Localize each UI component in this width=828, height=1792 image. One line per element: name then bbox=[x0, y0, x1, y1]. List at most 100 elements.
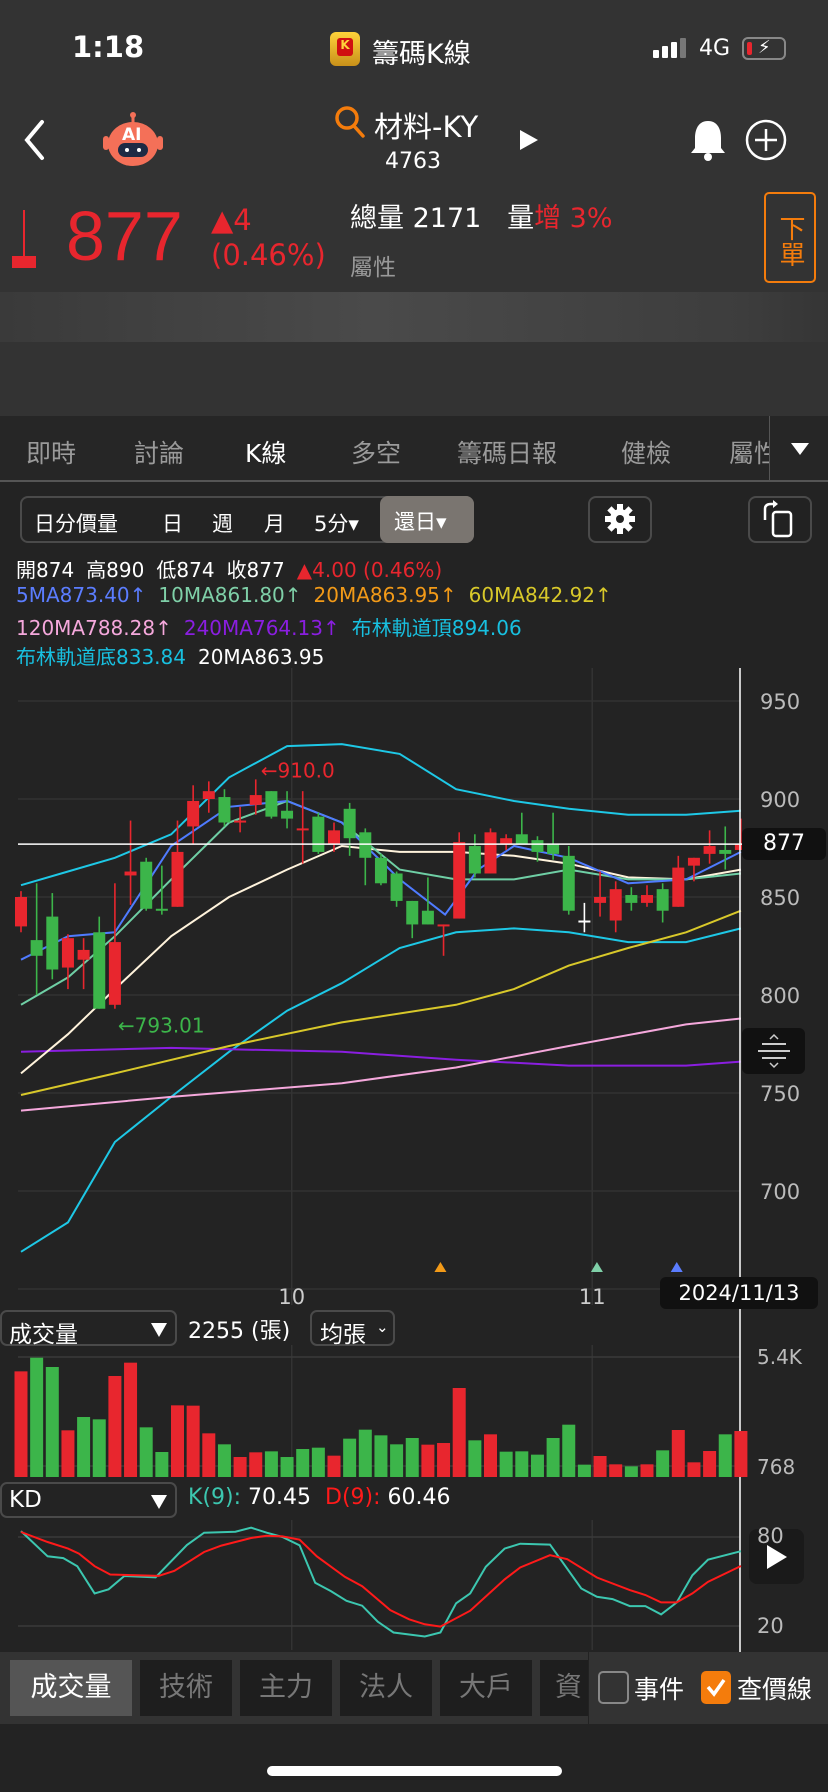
candle-body bbox=[703, 846, 716, 854]
kd-select-label: KD bbox=[9, 1487, 42, 1513]
price-axis-label: 800 bbox=[760, 984, 800, 1008]
volume-bar bbox=[311, 1447, 325, 1477]
candle-body bbox=[625, 895, 638, 903]
volume-bar bbox=[77, 1417, 91, 1477]
candle-body bbox=[187, 800, 200, 827]
candle-body bbox=[61, 938, 74, 968]
volume-unit-label: 均張 bbox=[320, 1322, 366, 1348]
volume-bar bbox=[217, 1444, 231, 1477]
kline-chart[interactable]: 9509008508007507006501011←910.0←793.01 bbox=[0, 0, 828, 1792]
volume-bar bbox=[562, 1424, 576, 1477]
home-indicator[interactable] bbox=[267, 1766, 562, 1776]
crosshair-date-label: 2024/11/13 bbox=[660, 1277, 818, 1309]
candle-body bbox=[249, 795, 262, 805]
divider bbox=[588, 1652, 589, 1724]
volume-bar bbox=[171, 1405, 184, 1477]
volume-axis-top: 5.4K bbox=[757, 1345, 802, 1369]
candle-body bbox=[594, 897, 607, 903]
volume-bar bbox=[186, 1405, 200, 1477]
volume-bar bbox=[609, 1464, 623, 1477]
bottom-tab-main-force[interactable]: 主力 bbox=[240, 1660, 332, 1716]
candle-body bbox=[672, 867, 685, 907]
date-axis-label: 11 bbox=[579, 1285, 606, 1309]
kd-axis-bottom: 20 bbox=[757, 1614, 784, 1638]
event-marker-icon bbox=[434, 1262, 447, 1272]
d-line bbox=[20, 1531, 742, 1628]
candle-body bbox=[171, 851, 184, 907]
candle-body bbox=[437, 924, 450, 927]
volume-bar bbox=[139, 1427, 153, 1477]
kd-axis-top: 80 bbox=[757, 1524, 784, 1548]
price-line-checkbox[interactable] bbox=[701, 1671, 731, 1704]
volume-bar bbox=[624, 1466, 638, 1477]
event-checkbox[interactable] bbox=[598, 1671, 629, 1704]
volume-bar bbox=[233, 1457, 247, 1477]
candle-body bbox=[453, 842, 466, 919]
candle-body bbox=[108, 942, 121, 1005]
volume-bar bbox=[61, 1430, 75, 1477]
d-value: 60.46 bbox=[387, 1485, 451, 1510]
volume-bar bbox=[264, 1451, 278, 1477]
volume-bar bbox=[421, 1444, 435, 1477]
volume-bar bbox=[108, 1375, 122, 1477]
candle-body bbox=[421, 910, 434, 925]
candle-body bbox=[656, 889, 669, 911]
candle-body bbox=[93, 932, 106, 1009]
date-axis-label: 10 bbox=[278, 1285, 305, 1309]
bottom-tab-volume[interactable]: 成交量 bbox=[10, 1660, 132, 1716]
volume-bar bbox=[374, 1435, 388, 1477]
volume-bar bbox=[468, 1440, 482, 1477]
candle-body bbox=[500, 838, 513, 845]
volume-bar bbox=[687, 1462, 701, 1477]
volume-bar bbox=[202, 1433, 216, 1477]
candle-body bbox=[390, 873, 403, 901]
volume-bar bbox=[671, 1429, 685, 1477]
volume-bar bbox=[358, 1429, 372, 1477]
volume-unit-select[interactable]: 均張 ⌄ bbox=[310, 1310, 395, 1348]
chart-resize-handle[interactable] bbox=[742, 1028, 805, 1074]
candle-body bbox=[562, 855, 575, 911]
volume-bar bbox=[92, 1419, 106, 1477]
candle-body bbox=[609, 889, 622, 921]
candle-body bbox=[155, 908, 168, 911]
extreme-price-annotation: ←910.0 bbox=[261, 758, 335, 782]
volume-indicator-select[interactable]: 成交量 bbox=[0, 1310, 177, 1348]
volume-bar bbox=[499, 1451, 513, 1477]
bottom-tab-institutional[interactable]: 法人 bbox=[340, 1660, 432, 1716]
volume-axis-bottom: 768 bbox=[757, 1455, 796, 1479]
candle-body bbox=[578, 920, 591, 923]
bottom-tab-major-holders[interactable]: 大戶 bbox=[440, 1660, 532, 1716]
volume-bar bbox=[30, 1357, 44, 1477]
candle-body bbox=[265, 791, 278, 817]
volume-bar bbox=[656, 1450, 670, 1477]
candle-body bbox=[312, 816, 325, 852]
bottom-tab-technical[interactable]: 技術 bbox=[140, 1660, 232, 1716]
volume-bar bbox=[437, 1443, 451, 1477]
volume-bar bbox=[530, 1454, 544, 1477]
k-line bbox=[20, 1526, 742, 1638]
event-marker-icon bbox=[670, 1262, 683, 1272]
volume-bar bbox=[390, 1444, 404, 1477]
candle-body bbox=[484, 832, 497, 874]
volume-bar bbox=[593, 1455, 607, 1477]
candle-body bbox=[359, 832, 372, 858]
candle-body bbox=[296, 828, 309, 831]
current-price-label: 877 bbox=[742, 828, 826, 860]
volume-bar bbox=[484, 1434, 497, 1477]
volume-bar bbox=[14, 1371, 28, 1477]
volume-bar bbox=[124, 1362, 138, 1477]
candle-body bbox=[641, 895, 653, 903]
volume-bar bbox=[45, 1367, 59, 1477]
volume-bar bbox=[280, 1457, 294, 1477]
candle-body bbox=[374, 857, 387, 884]
bottom-tab-margin[interactable]: 資 bbox=[540, 1660, 588, 1716]
candle-body bbox=[46, 916, 59, 970]
price-axis-label: 850 bbox=[760, 886, 800, 910]
volume-bar bbox=[703, 1451, 717, 1477]
candle-body bbox=[140, 861, 153, 909]
volume-bar bbox=[452, 1387, 466, 1477]
volume-bar bbox=[327, 1455, 341, 1477]
triangle-down-icon bbox=[151, 1323, 167, 1337]
candle-body bbox=[406, 900, 419, 925]
kd-indicator-select[interactable]: KD bbox=[0, 1482, 177, 1518]
